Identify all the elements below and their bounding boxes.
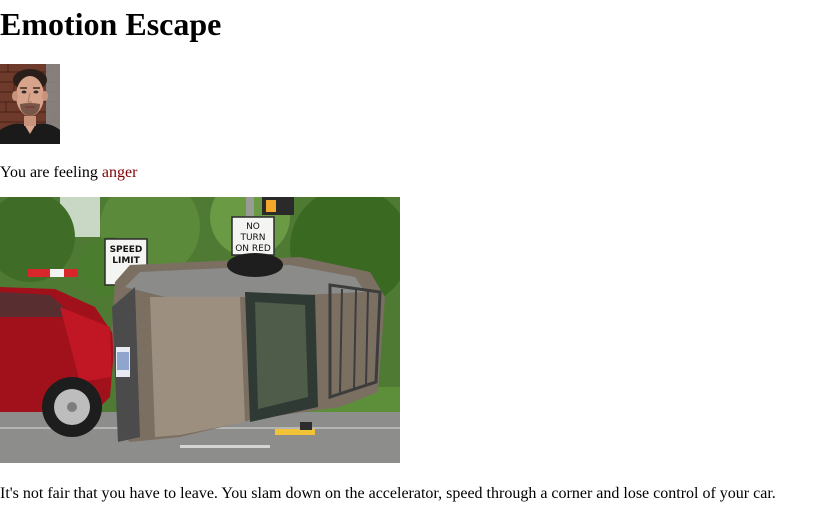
feeling-statement: You are feeling anger <box>0 164 137 182</box>
emotion-value: anger <box>101 164 138 181</box>
face-photo-icon <box>0 64 60 144</box>
story-text: It's not fair that you have to leave. Yo… <box>0 485 776 502</box>
page-title: Emotion Escape <box>0 6 222 42</box>
no-turn-sign-line3: ON RED <box>235 244 271 254</box>
speed-limit-sign-line1: SPEED <box>110 245 143 255</box>
speed-limit-sign-line2: LIMIT <box>112 256 140 266</box>
no-turn-sign-line1: NO <box>246 222 260 232</box>
feeling-prefix: You are feeling <box>0 164 102 181</box>
car-crash-photo-icon: SPEED LIMIT NO TURN ON RED <box>0 197 400 463</box>
user-face-photo <box>0 64 60 144</box>
scene-image: SPEED LIMIT NO TURN ON RED <box>0 197 400 463</box>
no-turn-sign-line2: TURN <box>239 233 265 243</box>
